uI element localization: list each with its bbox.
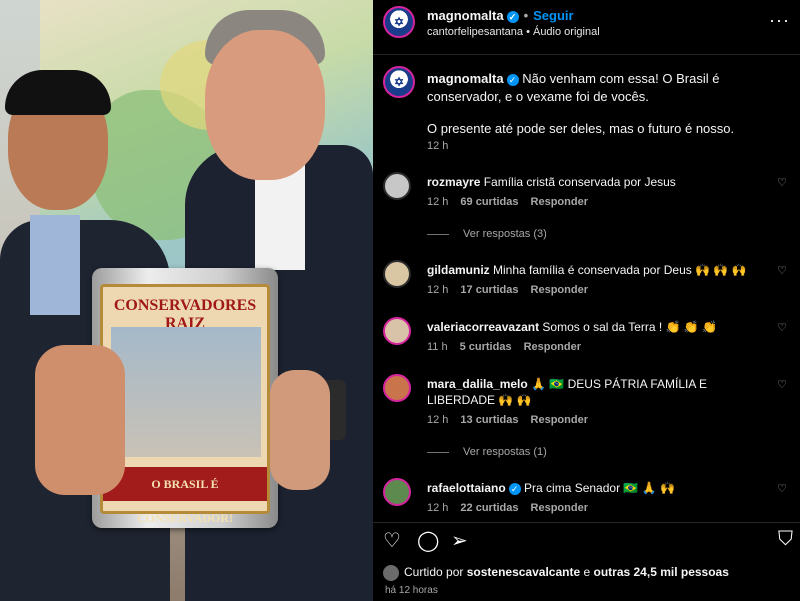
comment-time: 12 h	[427, 414, 449, 426]
person-left-hair	[5, 70, 111, 115]
comment-meta: 11 h 5 curtidas Responder	[427, 341, 593, 353]
can-label: CONSERVADORES RAIZ O BRASIL É CONSERVADO…	[100, 284, 270, 525]
comment-time: 12 h	[427, 284, 449, 296]
likes-user[interactable]: sostenescavalcante	[467, 565, 580, 579]
comment-text: rafaelottaiano ✓ Pra cima Senador 🇧🇷 🙏 🙌	[427, 480, 777, 496]
comment-text: valeriacorreavazant Somos o sal da Terra…	[427, 319, 777, 335]
comment-meta: 12 h 13 curtidas Responder	[427, 414, 600, 426]
post-header: ✡ magnomalta ✓ • Seguir cantorfelipesantana…	[373, 0, 800, 44]
likes-summary: Curtido por sostenescavalcante e outras …	[383, 565, 729, 581]
comment-bubble-icon[interactable]: ◯	[417, 528, 439, 553]
person-left-shirt	[30, 215, 80, 315]
avatar[interactable]	[383, 478, 411, 506]
more-horizontal-icon[interactable]: ···	[769, 10, 790, 31]
heart-icon[interactable]: ♡	[777, 321, 787, 334]
can-banner: O BRASIL É CONSERVADOR!	[103, 467, 267, 525]
comment-text: rozmayre Família cristã conservada por J…	[427, 174, 777, 190]
heart-icon[interactable]: ♡	[777, 378, 787, 391]
comment-time: 12 h	[427, 502, 449, 514]
likes-others[interactable]: outras 24,5 mil pessoas	[594, 565, 729, 579]
view-replies[interactable]: Ver respostas (1)	[427, 446, 547, 458]
comment-body: Pra cima Senador 🇧🇷 🙏 🙌	[524, 481, 675, 495]
caption-time: 12 h	[427, 140, 449, 152]
comment-body: Somos o sal da Terra ! 👏 👏 👏	[542, 320, 718, 334]
comment-body: Minha família é conservada por Deus 🙌 🙌 …	[493, 263, 747, 277]
post-panel: ✡ magnomalta ✓ • Seguir cantorfelipesantana…	[373, 0, 800, 601]
verified-icon: ✓	[506, 10, 519, 23]
comment-meta: 12 h 17 curtidas Responder	[427, 284, 600, 296]
comment-time: 11 h	[427, 341, 448, 353]
avatar[interactable]	[383, 317, 411, 345]
likes-mid: e	[583, 565, 591, 580]
header-username-row: magnomalta ✓ • Seguir	[427, 8, 574, 23]
bookmark-icon[interactable]: ⛉	[778, 528, 793, 551]
comment-username[interactable]: rozmayre	[427, 175, 480, 189]
verified-icon: ✓	[508, 482, 521, 495]
comment-username[interactable]: mara_dalila_melo	[427, 377, 528, 391]
comment-username[interactable]: gildamuniz	[427, 263, 490, 277]
avatar[interactable]: ✡	[383, 66, 415, 98]
avatar[interactable]: ✡	[383, 6, 415, 38]
comment-text: mara_dalila_melo 🙏 🇧🇷 DEUS PÁTRIA FAMÍLI…	[427, 376, 777, 408]
action-bar: ♡ ◯ ➢ ⛉	[383, 528, 793, 554]
post-photo[interactable]: CONSERVADORES RAIZ O BRASIL É CONSERVADO…	[0, 0, 373, 601]
instagram-post: CONSERVADORES RAIZ O BRASIL É CONSERVADO…	[0, 0, 800, 601]
comment-time: 12 h	[427, 196, 449, 208]
reply-button[interactable]: Responder	[531, 284, 588, 296]
divider	[373, 54, 800, 55]
comment-likes[interactable]: 17 curtidas	[460, 284, 518, 296]
caption-text: magnomalta ✓ Não venham com essa! O Brasi…	[427, 70, 787, 138]
comment-meta: 12 h 22 curtidas Responder	[427, 502, 600, 514]
share-send-icon[interactable]: ➢	[451, 528, 468, 553]
reply-button[interactable]: Responder	[531, 414, 588, 426]
reply-button[interactable]: Responder	[531, 196, 588, 208]
avatar[interactable]	[383, 374, 411, 402]
avatar[interactable]	[383, 172, 411, 200]
can-label-photo	[111, 327, 261, 457]
header-username[interactable]: magnomalta	[427, 8, 504, 23]
comment-likes[interactable]: 5 curtidas	[460, 341, 512, 353]
audio-info[interactable]: cantorfelipesantana • Áudio original	[427, 26, 600, 38]
caption-body-2: O presente até pode ser deles, mas o fut…	[427, 121, 735, 136]
comment-body: Família cristã conservada por Jesus	[483, 175, 676, 189]
replies-line	[427, 451, 449, 453]
view-replies[interactable]: Ver respostas (3)	[427, 228, 547, 240]
replies-line	[427, 233, 449, 235]
heart-icon[interactable]: ♡	[777, 176, 787, 189]
likes-prefix: Curtido por	[404, 565, 464, 580]
heart-icon[interactable]: ♡	[777, 482, 787, 495]
posted-time: há 12 horas	[385, 585, 438, 596]
comment-likes[interactable]: 69 curtidas	[460, 196, 518, 208]
follow-button[interactable]: Seguir	[533, 8, 573, 23]
separator-dot: •	[523, 8, 529, 23]
reply-button[interactable]: Responder	[531, 502, 588, 514]
caption-username[interactable]: magnomalta	[427, 71, 504, 86]
avatar	[383, 565, 399, 581]
avatar[interactable]	[383, 260, 411, 288]
comment-likes[interactable]: 22 curtidas	[460, 502, 518, 514]
like-heart-icon[interactable]: ♡	[383, 528, 401, 553]
verified-icon: ✓	[506, 73, 519, 86]
heart-icon[interactable]: ♡	[777, 264, 787, 277]
divider	[373, 522, 800, 523]
comment-likes[interactable]: 13 curtidas	[460, 414, 518, 426]
comment-username[interactable]: valeriacorreavazant	[427, 320, 539, 334]
view-replies-label: Ver respostas (1)	[463, 446, 547, 458]
hand-right	[270, 370, 330, 490]
comment-meta: 12 h 69 curtidas Responder	[427, 196, 600, 208]
comment-username[interactable]: rafaelottaiano	[427, 481, 506, 495]
comment-text: gildamuniz Minha família é conservada po…	[427, 262, 777, 278]
view-replies-label: Ver respostas (3)	[463, 228, 547, 240]
person-right-face	[205, 30, 325, 180]
hand-left	[35, 345, 125, 495]
reply-button[interactable]: Responder	[524, 341, 581, 353]
